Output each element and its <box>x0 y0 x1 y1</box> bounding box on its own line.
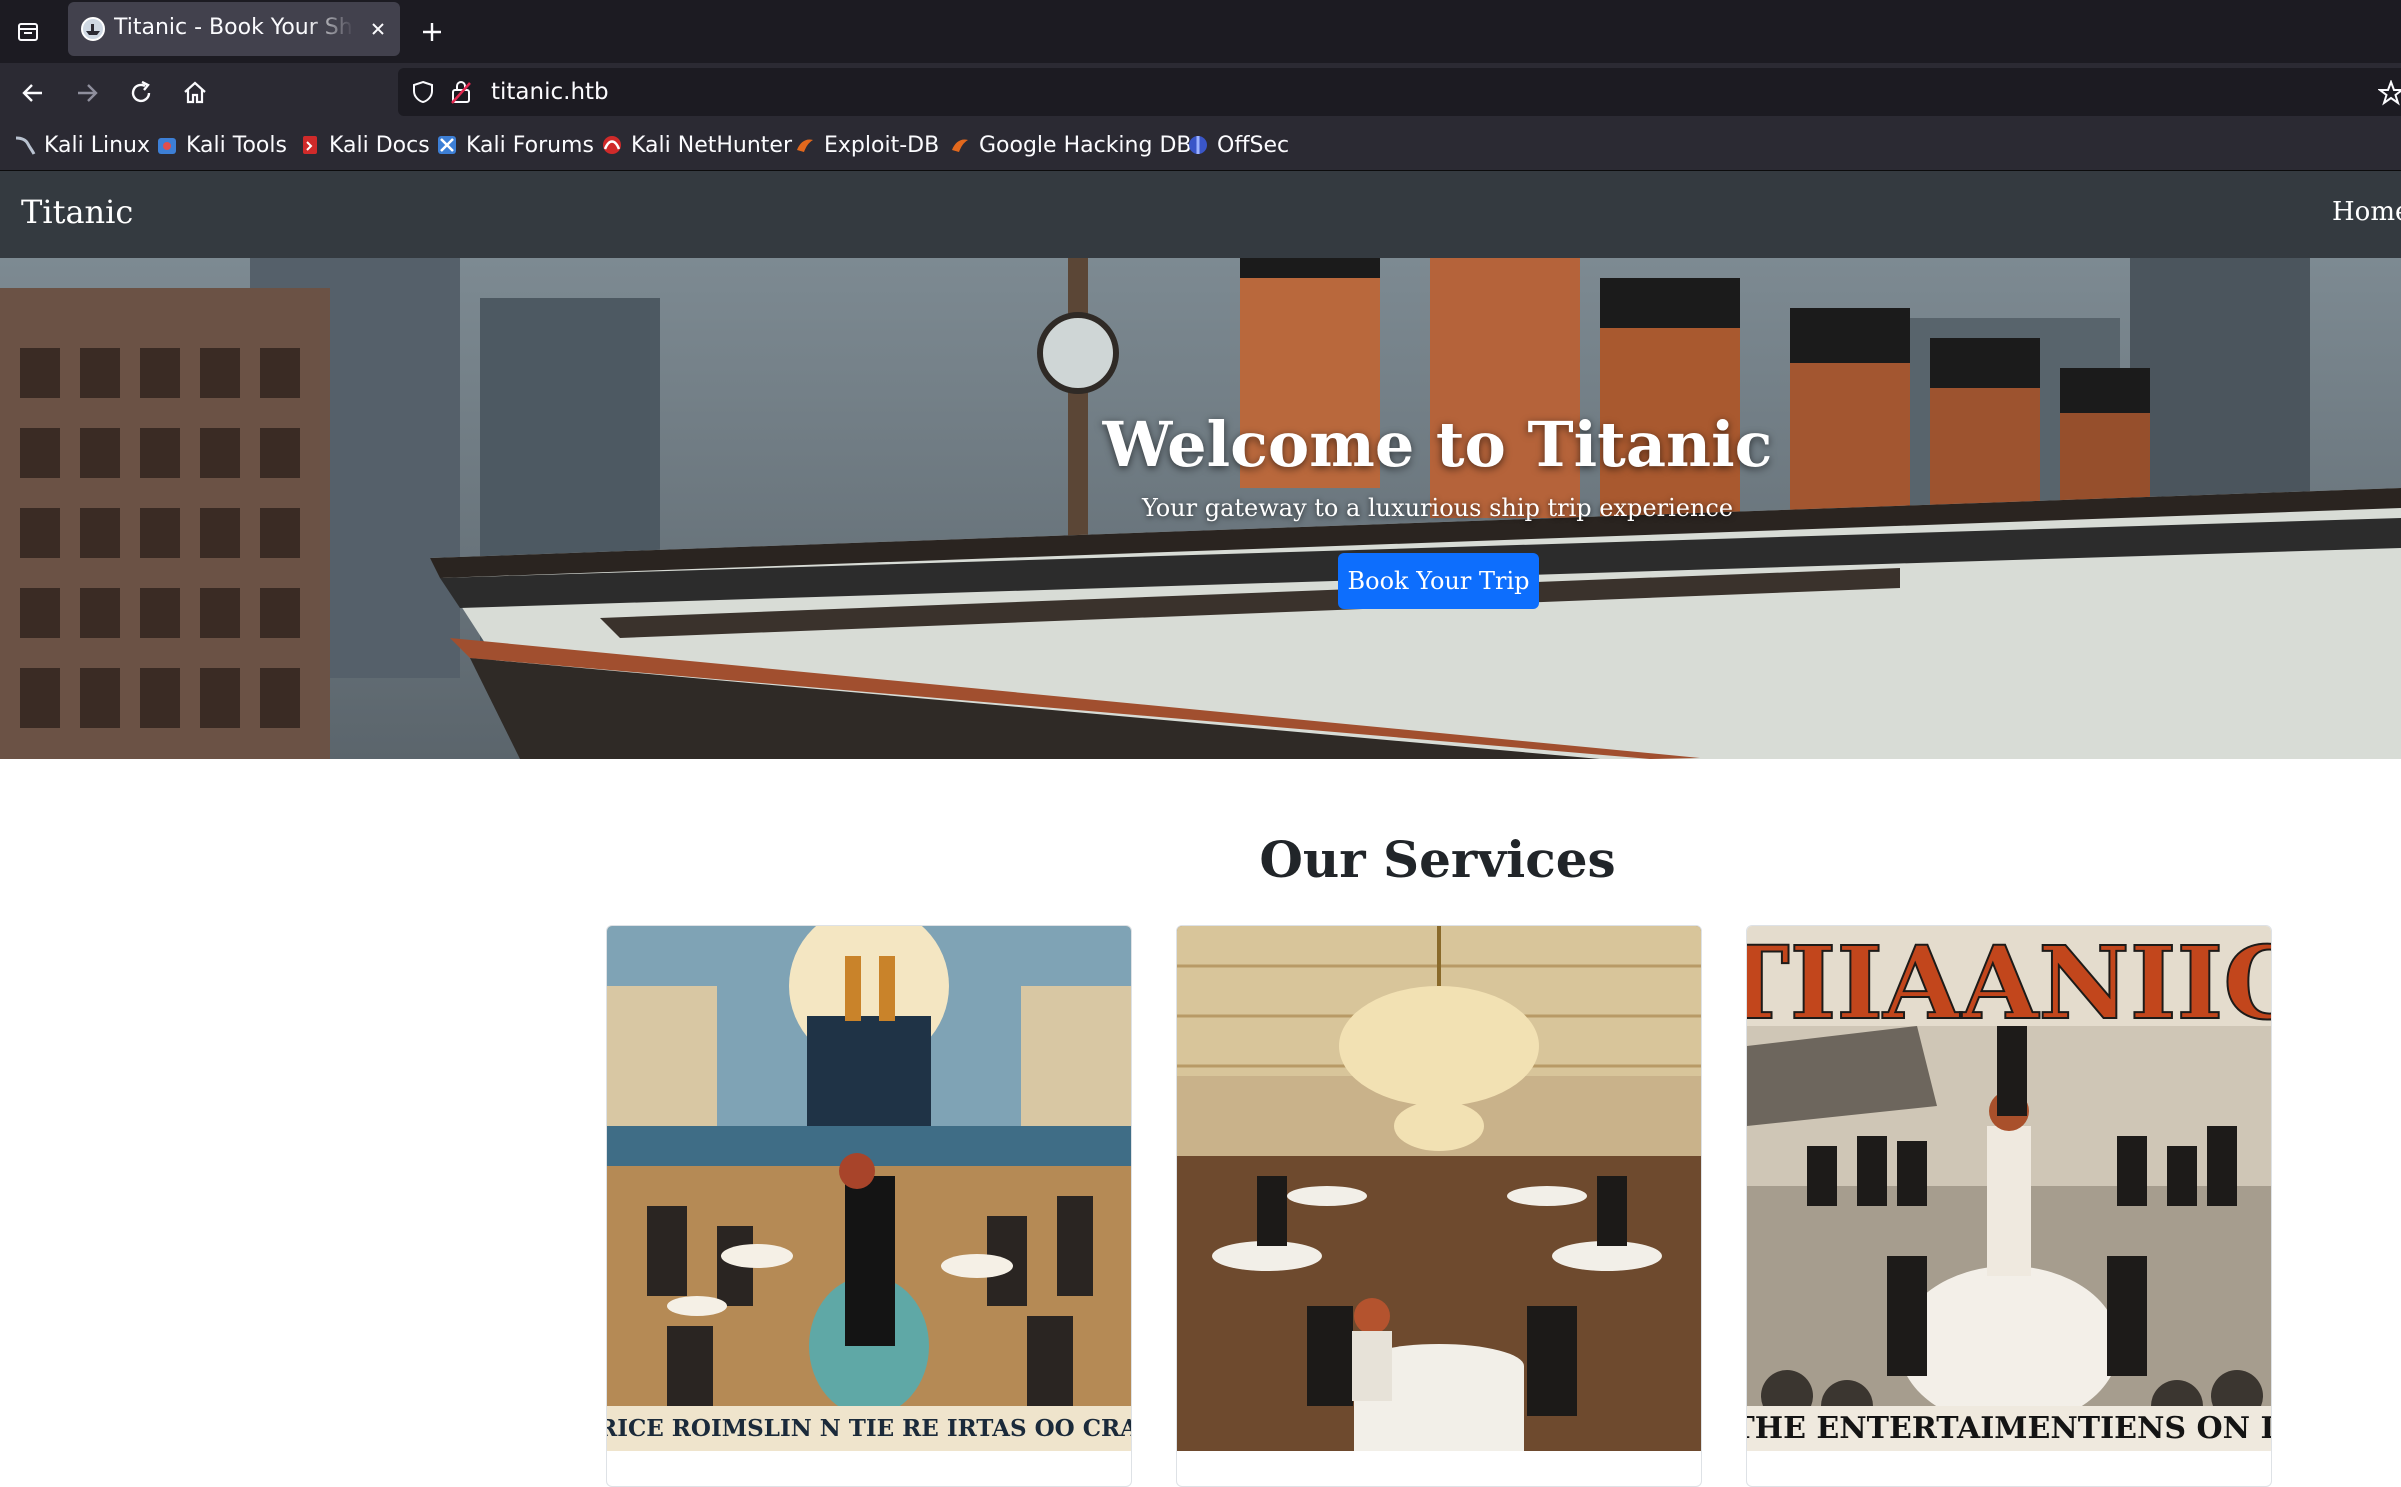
grand-dining-hall-image <box>1177 926 1701 1451</box>
exploit-db-icon <box>797 139 813 152</box>
bookmark-exploit-db[interactable]: Exploit-DB <box>794 129 939 161</box>
site-favicon-icon <box>81 17 105 41</box>
tab-list-icon[interactable] <box>10 14 46 50</box>
offsec-icon <box>1189 136 1207 154</box>
address-bar[interactable]: titanic.htb <box>398 68 2401 116</box>
entertainment-poster-caption: E THE ENTERTAIMENTIENS ON LAI <box>1747 1411 2271 1446</box>
service-card-grand-dining[interactable] <box>1176 925 1702 1487</box>
site-brand-link[interactable]: Titanic <box>21 193 133 231</box>
kali-dragon-icon <box>15 136 36 155</box>
ghdb-icon <box>952 139 968 152</box>
url-text: titanic.htb <box>491 79 609 105</box>
close-tab-icon[interactable] <box>366 17 390 41</box>
insecure-lock-icon[interactable] <box>450 79 472 105</box>
dining-dance-poster-image <box>607 926 1131 1451</box>
bookmark-google-hacking-db[interactable]: Google Hacking DB <box>949 129 1191 161</box>
home-icon[interactable] <box>176 74 214 112</box>
kali-forums-icon <box>438 136 456 154</box>
kali-docs-icon <box>303 136 317 154</box>
hero-section: Welcome to Titanic Your gateway to a lux… <box>0 258 2401 759</box>
bookmarks-toolbar: Kali Linux Kali Tools Kali Docs Kali For… <box>0 121 2401 171</box>
tracking-protection-shield-icon[interactable] <box>412 80 434 104</box>
browser-tab-active[interactable]: Titanic - Book Your Ship T <box>68 2 400 56</box>
bookmark-kali-linux[interactable]: Kali Linux <box>14 129 150 161</box>
bookmark-star-icon[interactable] <box>2378 80 2401 106</box>
kali-nethunter-icon <box>603 136 621 154</box>
entertainment-poster-title: TIIAANIIC <box>1747 926 2271 1042</box>
hero-title: Welcome to Titanic <box>1102 408 1773 481</box>
bookmark-offsec[interactable]: OffSec <box>1187 129 1289 161</box>
hero-subtitle: Your gateway to a luxurious ship trip ex… <box>1141 494 1734 522</box>
bookmark-kali-docs[interactable]: Kali Docs <box>299 129 430 161</box>
bookmark-kali-forums[interactable]: Kali Forums <box>436 129 594 161</box>
browser-tab-bar: Titanic - Book Your Ship T <box>0 0 2401 63</box>
service-card-dining-dance[interactable]: TTRICE ROIMSLIN N TIE RE IRTAS OO CRAS I <box>606 925 1132 1487</box>
forward-arrow-icon[interactable] <box>68 74 106 112</box>
book-your-trip-button[interactable]: Book Your Trip <box>1338 553 1539 609</box>
new-tab-icon[interactable] <box>414 14 450 50</box>
nav-home-link[interactable]: Home <box>2332 197 2401 227</box>
tab-title: Titanic - Book Your Ship T <box>114 15 354 40</box>
kali-tools-icon <box>158 138 176 154</box>
site-navbar: Titanic Home <box>0 171 2401 258</box>
services-heading: Our Services <box>1259 830 1616 889</box>
bookmark-kali-nethunter[interactable]: Kali NetHunter <box>601 129 792 161</box>
reload-icon[interactable] <box>122 74 160 112</box>
bookmark-kali-tools[interactable]: Kali Tools <box>156 129 287 161</box>
entertainment-poster-image: TIIAANIIC <box>1747 926 2271 1451</box>
dining-poster-caption: TTRICE ROIMSLIN N TIE RE IRTAS OO CRAS I <box>607 1415 1131 1442</box>
back-arrow-icon[interactable] <box>14 74 52 112</box>
browser-navigation-toolbar: titanic.htb <box>0 63 2401 121</box>
service-card-entertainment[interactable]: TIIAANIIC E THE ENTERTAIMENTIENS ON LAI <box>1746 925 2272 1487</box>
